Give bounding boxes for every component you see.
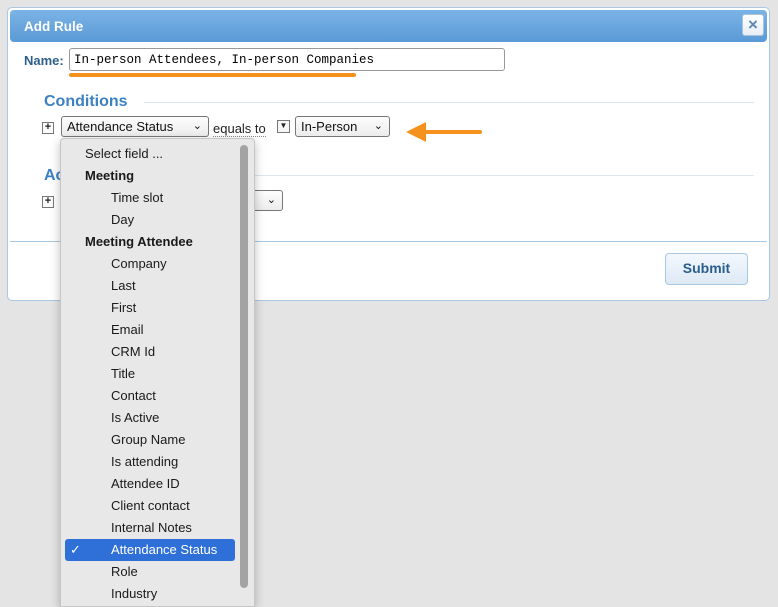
condition-value-select[interactable]: In-Person ⌄: [295, 116, 390, 137]
dropdown-option[interactable]: CRM Id: [61, 341, 239, 363]
dropdown-option[interactable]: Client contact: [61, 495, 239, 517]
dropdown-option-label: Internal Notes: [111, 520, 192, 535]
chevron-down-icon: ⌄: [373, 120, 383, 132]
dropdown-option-label: Contact: [111, 388, 156, 403]
dropdown-option-label: Group Name: [111, 432, 186, 447]
operator-dropdown-icon[interactable]: ▼: [277, 120, 290, 133]
condition-operator[interactable]: equals to: [213, 121, 266, 137]
chevron-down-icon: ⌄: [192, 120, 202, 132]
dropdown-option[interactable]: Is attending: [61, 451, 239, 473]
dropdown-group-header: Meeting Attendee: [61, 231, 239, 253]
dropdown-option[interactable]: Attendee ID: [61, 473, 239, 495]
dropdown-option[interactable]: Day: [61, 209, 239, 231]
condition-field-select[interactable]: Attendance Status ⌄: [61, 116, 209, 137]
dropdown-group-header: Meeting: [61, 165, 239, 187]
dropdown-option-label: Day: [111, 212, 135, 227]
dropdown-scrollbar[interactable]: [238, 141, 250, 606]
annotation-arrow-icon: [406, 122, 482, 142]
dropdown-option[interactable]: Contact: [61, 385, 239, 407]
conditions-divider: [144, 102, 754, 103]
dropdown-option-label: CRM Id: [111, 344, 156, 359]
actions-divider: [254, 175, 754, 176]
dropdown-option-label: Is Active: [111, 410, 160, 425]
condition-field-value: Attendance Status: [67, 119, 174, 134]
dropdown-option[interactable]: Title: [61, 363, 239, 385]
dropdown-option[interactable]: Email: [61, 319, 239, 341]
dropdown-option-label: Role: [111, 564, 138, 579]
dropdown-option[interactable]: Company: [61, 253, 239, 275]
name-label: Name:: [24, 53, 64, 68]
chevron-down-icon: ⌄: [266, 194, 276, 206]
dropdown-option-label: Time slot: [111, 190, 164, 205]
dropdown-option[interactable]: Select field ...: [61, 143, 239, 165]
checkmark-icon: ✓: [70, 542, 81, 557]
conditions-heading: Conditions: [44, 93, 128, 110]
dropdown-option-label: First: [111, 300, 137, 315]
annotation-underline: [69, 73, 356, 77]
dialog-titlebar: Add Rule: [10, 10, 767, 42]
dropdown-option[interactable]: Industry: [61, 583, 239, 605]
field-dropdown-menu[interactable]: Select field ... Meeting Time slot Day Meeti…: [60, 138, 255, 607]
add-action-plus-icon[interactable]: +: [42, 196, 54, 208]
name-input[interactable]: [69, 48, 505, 71]
add-condition-plus-icon[interactable]: +: [42, 122, 54, 134]
dropdown-option[interactable]: Role: [61, 561, 239, 583]
dropdown-option[interactable]: Group Name: [61, 429, 239, 451]
dropdown-option[interactable]: Last: [61, 275, 239, 297]
dropdown-option-label: Meeting Attendee: [85, 234, 193, 249]
dropdown-option-label: Meeting: [85, 168, 135, 183]
dropdown-option-label: Last: [111, 278, 136, 293]
dropdown-option[interactable]: First: [61, 297, 239, 319]
dropdown-option-label: Client contact: [111, 498, 190, 513]
dropdown-option[interactable]: Is Active: [61, 407, 239, 429]
close-icon[interactable]: ×: [742, 14, 764, 36]
dropdown-option-label: Select field ...: [85, 146, 164, 161]
submit-button[interactable]: Submit: [665, 253, 748, 285]
dropdown-option-label: Company: [111, 256, 167, 271]
dropdown-option-label: Email: [111, 322, 144, 337]
dropdown-options: Select field ... Meeting Time slot Day Meeti…: [61, 143, 239, 605]
dropdown-option-label: Attendance Status: [111, 542, 218, 557]
dropdown-option[interactable]: Internal Notes: [61, 517, 239, 539]
dialog-title: Add Rule: [24, 19, 84, 34]
dropdown-option-label: Is attending: [111, 454, 179, 469]
dropdown-option[interactable]: ✓ Attendance Status: [65, 539, 235, 561]
condition-value: In-Person: [301, 119, 358, 134]
dropdown-option-label: Industry: [111, 586, 158, 601]
dropdown-option[interactable]: Time slot: [61, 187, 239, 209]
scrollbar-thumb[interactable]: [240, 145, 248, 588]
dropdown-option-label: Title: [111, 366, 136, 381]
dropdown-option-label: Attendee ID: [111, 476, 180, 491]
